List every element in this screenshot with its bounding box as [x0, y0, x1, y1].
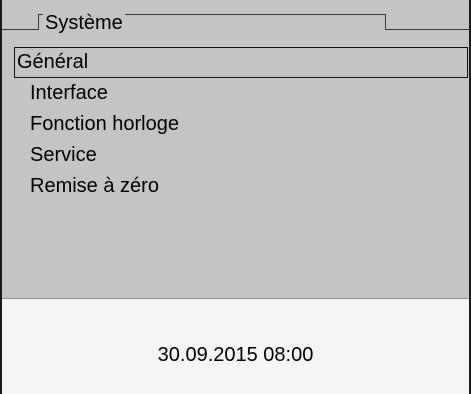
menu-item-service[interactable]: Service: [14, 140, 468, 171]
tab-divider-right: [386, 29, 469, 30]
menu-panel: Système Général Interface Fonction horlo…: [2, 0, 469, 299]
page-title: Système: [43, 12, 125, 34]
system-menu: Général Interface Fonction horloge Servi…: [2, 47, 469, 202]
menu-item-interface[interactable]: Interface: [14, 78, 468, 109]
status-datetime: 30.09.2015 08:00: [157, 344, 314, 366]
menu-item-general[interactable]: Général: [14, 47, 468, 78]
menu-item-reset[interactable]: Remise à zéro: [14, 171, 468, 202]
tab-divider-left: [2, 29, 38, 30]
device-screen: Système Général Interface Fonction horlo…: [0, 0, 471, 394]
menu-item-clock-function[interactable]: Fonction horloge: [14, 109, 468, 140]
